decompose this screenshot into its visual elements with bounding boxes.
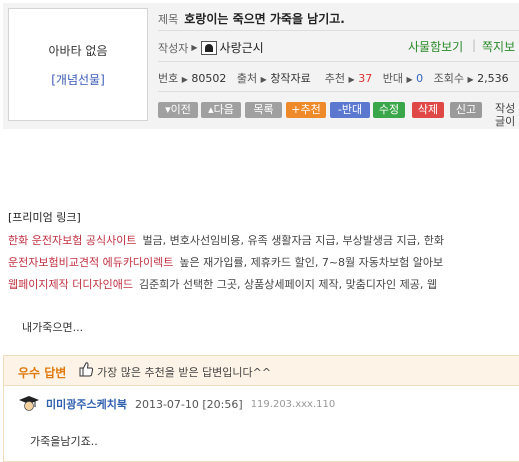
views-label: 조회수	[433, 72, 464, 85]
recommend-label: 추천	[324, 72, 346, 85]
oppose-label: 반대	[382, 72, 403, 85]
ad-line: 웹페이지제작 더디자인애드 김준희가 선택한 그곳, 상품상세페이지 제작, 맞춤…	[8, 276, 437, 292]
post-body: 내가죽으면...	[22, 321, 84, 334]
answer-text: 가죽을남기죠..	[30, 435, 98, 448]
locker-link[interactable]: 사물함보기	[408, 38, 463, 55]
best-answer-label: 우수 답변	[18, 366, 67, 380]
post-title-row: 제목 호랑이는 죽으면 가죽을 남기고.	[158, 10, 345, 27]
message-link[interactable]: 쪽지보	[482, 38, 515, 55]
avatar-box: 아바타 없음 [개념선물]	[8, 8, 148, 121]
ad-description: 벌금, 변호사선임비용, 유족 생활자금 지급, 부상발생금 지급, 한화	[142, 234, 445, 247]
report-button[interactable]: 신고	[450, 102, 482, 118]
no-avatar-text: 아바타 없음	[48, 44, 108, 58]
best-answer-message: 가장 많은 추천을 받은 답변입니다^^	[97, 366, 272, 379]
concept-gift-link[interactable]: [개념선물]	[9, 71, 147, 88]
thumbs-up-icon	[79, 362, 94, 377]
author-label: 작성자	[158, 41, 189, 55]
number-label: 번호	[158, 72, 179, 85]
ad-line: 운전자보험비교견적 에듀카다이렉트 높은 재가입률, 제휴카드 할인, 7~8월 …	[8, 254, 443, 270]
divider	[158, 91, 519, 92]
divider: |	[472, 38, 477, 52]
recommend-count: 37	[358, 72, 373, 85]
ad-link[interactable]: 한화 운전자보험 공식사이트	[8, 234, 136, 247]
source-label: 출처	[236, 72, 258, 85]
triangle-right-icon: ▶	[191, 43, 198, 52]
author-row: 작성자 ▶ 사랑근시	[158, 39, 264, 56]
ad-line: 한화 운전자보험 공식사이트 벌금, 변호사선임비용, 유족 생활자금 지급, 부…	[8, 232, 444, 248]
user-icon	[200, 40, 217, 55]
ad-link[interactable]: 웹페이지제작 더디자인애드	[8, 278, 133, 291]
oppose-button[interactable]: -반대	[330, 102, 370, 118]
post-source[interactable]: 창작자료	[270, 72, 310, 85]
delete-button[interactable]: 삭제	[412, 102, 444, 118]
premium-links-title: [프리미엄 링크]	[8, 211, 81, 224]
post-number: 80502	[191, 72, 227, 85]
graduate-icon	[19, 396, 39, 411]
ad-description: 김준희가 선택한 그곳, 상품상세페이지 제작, 맞춤디자인 제공, 웹	[138, 278, 438, 291]
answer-meta-row: 미미광주스케치북 2013-07-10 [20:56] 119.203.xxx.…	[18, 395, 335, 413]
divider	[158, 30, 519, 31]
oppose-count: 0	[416, 72, 424, 85]
ad-description: 높은 재가입률, 제휴카드 할인, 7~8월 자동차보험 알아보	[179, 256, 444, 269]
next-button[interactable]: ▴다음	[201, 102, 241, 118]
divider	[158, 61, 519, 62]
answer-ip: 119.203.xxx.110	[250, 398, 336, 410]
recommend-button[interactable]: +추천	[286, 102, 326, 118]
post-meta-row: 번호 ▶ 80502 출처 ▶ 창작자료 추천 ▶ 37 반대 ▶ 0 조회수 …	[158, 72, 509, 85]
answer-nickname[interactable]: 미미광주스케치북	[46, 396, 127, 412]
ad-link[interactable]: 운전자보험비교견적 에듀카다이렉트	[8, 256, 173, 269]
side-text-2: 글이	[495, 115, 516, 128]
author-name[interactable]: 사랑근시	[220, 39, 264, 56]
title-label: 제목	[158, 13, 179, 26]
prev-button[interactable]: ▾이전	[158, 102, 198, 118]
edit-button[interactable]: 수정	[373, 102, 405, 118]
post-title: 호랑이는 죽으면 가죽을 남기고.	[184, 12, 345, 26]
answer-date: 2013-07-10 [20:56]	[134, 397, 243, 411]
list-button[interactable]: 목록	[245, 102, 282, 118]
views-count: 2,536	[477, 72, 509, 85]
